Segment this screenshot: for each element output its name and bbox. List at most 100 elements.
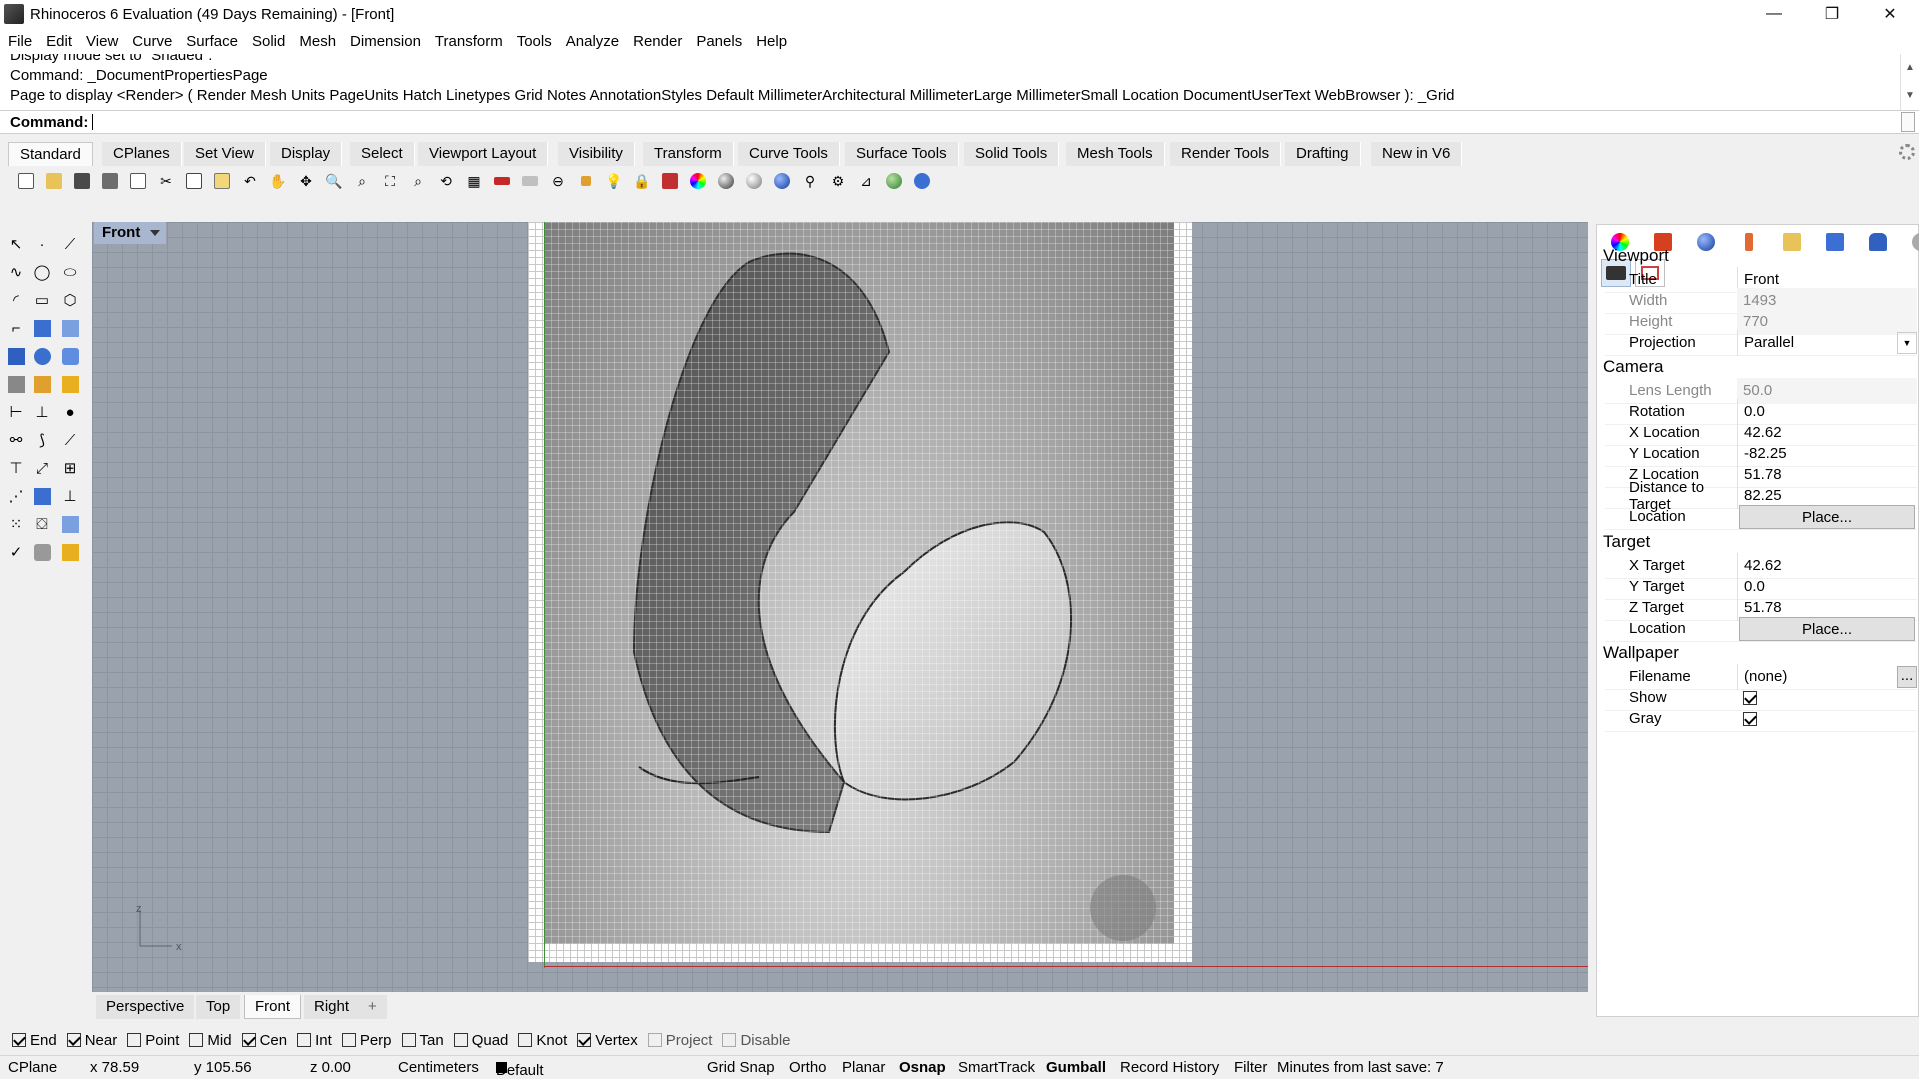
osnap-perp[interactable]: Perp <box>341 1032 392 1049</box>
menu-panels[interactable]: Panels <box>696 33 742 50</box>
rendered-sphere-icon[interactable] <box>742 170 766 192</box>
layer-icon[interactable] <box>58 512 82 536</box>
surface-corners-icon[interactable] <box>30 316 54 340</box>
fillet-curve-icon[interactable]: ⌐ <box>4 316 28 340</box>
scroll-down-icon[interactable]: ▼ <box>1901 82 1919 110</box>
tab-right[interactable]: Right <box>304 995 360 1019</box>
minimize-button[interactable]: — <box>1745 0 1803 28</box>
tab-select[interactable]: Select <box>350 142 415 166</box>
maximize-button[interactable]: ❐ <box>1803 0 1861 28</box>
osnap-cen[interactable]: Cen <box>241 1032 287 1049</box>
fullscreen-button[interactable] <box>1090 875 1156 941</box>
menu-mesh[interactable]: Mesh <box>299 33 336 50</box>
grid-array-icon[interactable]: ⁙ <box>4 512 28 536</box>
print-icon[interactable] <box>98 170 122 192</box>
surface-analysis-icon[interactable] <box>30 484 54 508</box>
zoom-icon[interactable]: 🔍 <box>322 170 346 192</box>
osnap-checkbox[interactable] <box>66 1033 81 1047</box>
zoom-selected-icon[interactable]: ⌕ <box>406 170 430 192</box>
osnap-checkbox[interactable] <box>241 1033 256 1047</box>
gumball-toggle[interactable]: Gumball <box>1046 1059 1106 1076</box>
planar-toggle[interactable]: Planar <box>842 1059 885 1076</box>
osnap-knot[interactable]: Knot <box>518 1032 567 1049</box>
align-icon[interactable]: ⊿ <box>854 170 878 192</box>
tab-front[interactable]: Front <box>244 995 302 1019</box>
group-icon[interactable]: ● <box>58 400 82 424</box>
join-icon[interactable]: ⟋ <box>58 428 82 452</box>
check-icon[interactable]: ✓ <box>4 540 28 564</box>
toolbar-gear-icon[interactable] <box>1899 144 1915 160</box>
menu-transform[interactable]: Transform <box>435 33 503 50</box>
osnap-project[interactable]: Project <box>647 1032 712 1049</box>
shaded-sphere-icon[interactable] <box>714 170 738 192</box>
projection-select[interactable]: Parallel <box>1737 329 1897 356</box>
help-panel-icon[interactable] <box>1818 229 1852 255</box>
menu-help[interactable]: Help <box>756 33 787 50</box>
osnap-checkbox[interactable] <box>127 1033 142 1047</box>
point-icon[interactable]: · <box>30 232 54 256</box>
undo-view-icon[interactable]: ⟲ <box>434 170 458 192</box>
osnap-checkbox[interactable] <box>518 1033 533 1047</box>
notifications-bell-icon[interactable] <box>1861 229 1895 255</box>
rotate-view-icon[interactable]: ✥ <box>294 170 318 192</box>
command-spinner[interactable] <box>1901 112 1915 132</box>
viewport-menu-dropdown-icon[interactable] <box>150 230 161 236</box>
folder-icon[interactable] <box>1775 229 1809 255</box>
tab-perspective[interactable]: Perspective <box>96 995 195 1019</box>
osnap-mid[interactable]: Mid <box>189 1032 232 1049</box>
properties-page-icon[interactable] <box>126 170 150 192</box>
array-icon[interactable]: ⊞ <box>58 456 82 480</box>
materials-icon[interactable] <box>1689 229 1723 255</box>
ortho-toggle[interactable]: Ortho <box>789 1059 827 1076</box>
osnap-checkbox[interactable] <box>577 1033 592 1047</box>
menu-curve[interactable]: Curve <box>132 33 172 50</box>
cplane-toggle[interactable]: CPlane <box>8 1059 57 1076</box>
osnap-checkbox[interactable] <box>189 1033 204 1047</box>
menu-analyze[interactable]: Analyze <box>566 33 619 50</box>
osnap-checkbox[interactable] <box>647 1033 662 1047</box>
select-filter-icon[interactable]: ⚲ <box>798 170 822 192</box>
tab-new-in-v6[interactable]: New in V6 <box>1371 142 1463 166</box>
tab-drafting[interactable]: Drafting <box>1285 142 1361 166</box>
ellipse-icon[interactable]: ⬭ <box>58 260 82 284</box>
box-icon[interactable] <box>4 344 28 368</box>
menu-file[interactable]: File <box>8 33 32 50</box>
front-viewport[interactable]: Front z x <box>92 222 1588 992</box>
filter-toggle[interactable]: Filter <box>1234 1059 1267 1076</box>
tab-render-tools[interactable]: Render Tools <box>1170 142 1282 166</box>
command-line[interactable]: Command: <box>0 110 1919 134</box>
osnap-near[interactable]: Near <box>66 1032 117 1049</box>
zoom-window-icon[interactable]: ⌕ <box>350 170 374 192</box>
record-history-toggle[interactable]: Record History <box>1120 1059 1219 1076</box>
light-bulb-icon[interactable]: 💡 <box>602 170 626 192</box>
render-icon[interactable] <box>58 372 82 396</box>
target-place-button[interactable]: Place... <box>1739 616 1915 641</box>
osnap-checkbox[interactable] <box>297 1033 312 1047</box>
menu-solid[interactable]: Solid <box>252 33 285 50</box>
boolean-union-icon[interactable] <box>30 344 54 368</box>
osnap-vertex[interactable]: Vertex <box>577 1032 638 1049</box>
lightbulb-warning-icon[interactable] <box>58 540 82 564</box>
polygon-icon[interactable]: ⬡ <box>58 288 82 312</box>
color-wheel-icon[interactable] <box>686 170 710 192</box>
copy-icon[interactable] <box>182 170 206 192</box>
osnap-checkbox[interactable] <box>341 1033 356 1047</box>
osnap-point[interactable]: Point <box>127 1032 179 1049</box>
show-checkbox[interactable] <box>1743 690 1757 705</box>
tab-mesh-tools[interactable]: Mesh Tools <box>1066 142 1165 166</box>
extrude-curve-icon[interactable] <box>58 316 82 340</box>
close-button[interactable]: ✕ <box>1861 0 1919 28</box>
zoom-extents-icon[interactable]: ⛶ <box>378 170 402 192</box>
new-file-icon[interactable] <box>14 170 38 192</box>
history-scrollbar[interactable]: ▲ ▼ <box>1900 54 1919 110</box>
grid-snap-toggle[interactable]: Grid Snap <box>707 1059 775 1076</box>
camera-place-button[interactable]: Place... <box>1739 504 1915 529</box>
polyline-icon[interactable]: ⟋ <box>58 232 82 256</box>
osnap-toggle[interactable]: Osnap <box>899 1059 946 1076</box>
tab-top[interactable]: Top <box>196 995 241 1019</box>
gray-checkbox[interactable] <box>1743 711 1757 726</box>
menu-tools[interactable]: Tools <box>517 33 552 50</box>
options-gear-icon[interactable]: ⚙ <box>826 170 850 192</box>
menu-dimension[interactable]: Dimension <box>350 33 421 50</box>
lock-icon[interactable]: 🔒 <box>630 170 654 192</box>
